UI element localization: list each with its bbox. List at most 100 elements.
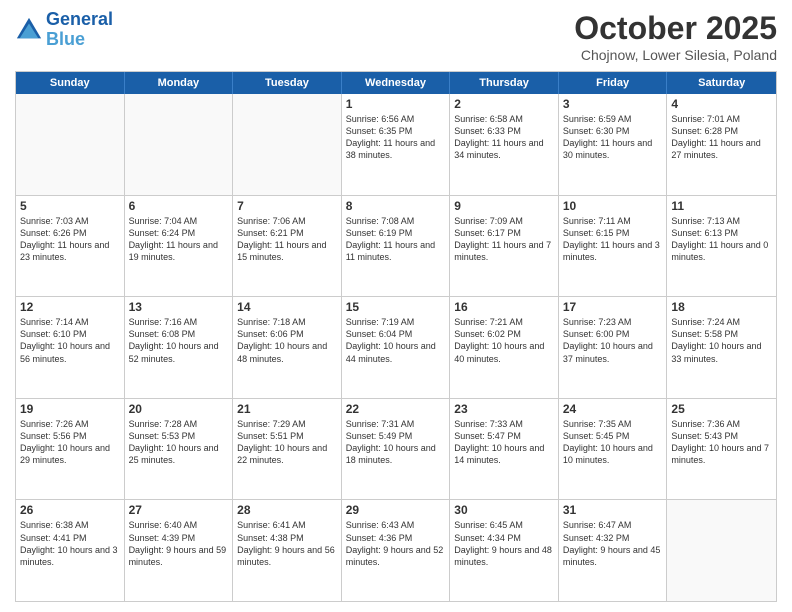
cal-cell: 1 Sunrise: 6:56 AM Sunset: 6:35 PM Daylig…	[342, 94, 451, 195]
cell-date: 20	[129, 402, 229, 416]
header-day-saturday: Saturday	[667, 72, 776, 94]
logo: General Blue	[15, 10, 113, 50]
month-title: October 2025	[574, 10, 777, 47]
cal-cell: 31 Sunrise: 6:47 AM Sunset: 4:32 PM Dayli…	[559, 500, 668, 601]
cell-info: Sunrise: 6:47 AM Sunset: 4:32 PM Dayligh…	[563, 519, 663, 568]
cell-info: Sunrise: 7:01 AM Sunset: 6:28 PM Dayligh…	[671, 113, 772, 162]
cal-cell: 27Sunrise: 6:40 AM Sunset: 4:39 PM Dayli…	[125, 500, 234, 601]
week-row-1: 5 Sunrise: 7:03 AM Sunset: 6:26 PM Daylig…	[16, 195, 776, 297]
cell-info: Sunrise: 7:03 AM Sunset: 6:26 PM Dayligh…	[20, 215, 120, 264]
cell-info: Sunrise: 7:09 AM Sunset: 6:17 PM Dayligh…	[454, 215, 554, 264]
cell-date: 5	[20, 199, 120, 213]
week-row-4: 26 Sunrise: 6:38 AM Sunset: 4:41 PM Dayli…	[16, 499, 776, 601]
cal-cell: 2 Sunrise: 6:58 AM Sunset: 6:33 PM Daylig…	[450, 94, 559, 195]
cell-info: Sunrise: 7:06 AM Sunset: 6:21 PM Dayligh…	[237, 215, 337, 264]
cell-info: Sunrise: 7:04 AM Sunset: 6:24 PM Dayligh…	[129, 215, 229, 264]
cal-cell: 16Sunrise: 7:21 AM Sunset: 6:02 PM Dayli…	[450, 297, 559, 398]
cell-info: Sunrise: 6:38 AM Sunset: 4:41 PM Dayligh…	[20, 519, 120, 568]
cell-date: 3	[563, 97, 663, 111]
cal-cell: 28Sunrise: 6:41 AM Sunset: 4:38 PM Dayli…	[233, 500, 342, 601]
cal-cell: 29Sunrise: 6:43 AM Sunset: 4:36 PM Dayli…	[342, 500, 451, 601]
location-subtitle: Chojnow, Lower Silesia, Poland	[574, 47, 777, 63]
cell-date: 19	[20, 402, 120, 416]
cell-info: Sunrise: 6:56 AM Sunset: 6:35 PM Dayligh…	[346, 113, 446, 162]
cell-info: Sunrise: 6:45 AM Sunset: 4:34 PM Dayligh…	[454, 519, 554, 568]
cal-cell: 14 Sunrise: 7:18 AM Sunset: 6:06 PM Dayli…	[233, 297, 342, 398]
cal-cell: 13 Sunrise: 7:16 AM Sunset: 6:08 PM Dayli…	[125, 297, 234, 398]
cell-info: Sunrise: 7:11 AM Sunset: 6:15 PM Dayligh…	[563, 215, 663, 264]
cell-date: 10	[563, 199, 663, 213]
cal-cell: 30Sunrise: 6:45 AM Sunset: 4:34 PM Dayli…	[450, 500, 559, 601]
cell-info: Sunrise: 7:08 AM Sunset: 6:19 PM Dayligh…	[346, 215, 446, 264]
logo-general: General	[46, 9, 113, 29]
cell-info: Sunrise: 7:31 AM Sunset: 5:49 PM Dayligh…	[346, 418, 446, 467]
cell-info: Sunrise: 7:14 AM Sunset: 6:10 PM Dayligh…	[20, 316, 120, 365]
cal-cell: 18Sunrise: 7:24 AM Sunset: 5:58 PM Dayli…	[667, 297, 776, 398]
cell-info: Sunrise: 7:19 AM Sunset: 6:04 PM Dayligh…	[346, 316, 446, 365]
cal-cell: 10 Sunrise: 7:11 AM Sunset: 6:15 PM Dayli…	[559, 196, 668, 297]
cell-date: 2	[454, 97, 554, 111]
cal-cell: 5 Sunrise: 7:03 AM Sunset: 6:26 PM Daylig…	[16, 196, 125, 297]
page: General Blue October 2025 Chojnow, Lower…	[0, 0, 792, 612]
cell-date: 1	[346, 97, 446, 111]
header-day-thursday: Thursday	[450, 72, 559, 94]
header-day-friday: Friday	[559, 72, 668, 94]
cell-date: 8	[346, 199, 446, 213]
cell-date: 17	[563, 300, 663, 314]
cell-info: Sunrise: 7:16 AM Sunset: 6:08 PM Dayligh…	[129, 316, 229, 365]
cell-date: 22	[346, 402, 446, 416]
cal-cell: 23 Sunrise: 7:33 AM Sunset: 5:47 PM Dayli…	[450, 399, 559, 500]
cell-date: 24	[563, 402, 663, 416]
cal-cell: 26 Sunrise: 6:38 AM Sunset: 4:41 PM Dayli…	[16, 500, 125, 601]
cal-cell: 3 Sunrise: 6:59 AM Sunset: 6:30 PM Daylig…	[559, 94, 668, 195]
cal-cell	[233, 94, 342, 195]
logo-icon	[15, 16, 43, 44]
cal-cell: 21 Sunrise: 7:29 AM Sunset: 5:51 PM Dayli…	[233, 399, 342, 500]
cal-cell	[125, 94, 234, 195]
cal-cell	[16, 94, 125, 195]
cal-cell: 9 Sunrise: 7:09 AM Sunset: 6:17 PM Daylig…	[450, 196, 559, 297]
header-day-monday: Monday	[125, 72, 234, 94]
cal-cell: 25 Sunrise: 7:36 AM Sunset: 5:43 PM Dayli…	[667, 399, 776, 500]
cal-cell: 17 Sunrise: 7:23 AM Sunset: 6:00 PM Dayli…	[559, 297, 668, 398]
cell-date: 31	[563, 503, 663, 517]
cell-info: Sunrise: 7:23 AM Sunset: 6:00 PM Dayligh…	[563, 316, 663, 365]
cell-date: 25	[671, 402, 772, 416]
cell-info: Sunrise: 7:18 AM Sunset: 6:06 PM Dayligh…	[237, 316, 337, 365]
cell-date: 9	[454, 199, 554, 213]
cell-info: Sunrise: 6:40 AM Sunset: 4:39 PM Dayligh…	[129, 519, 229, 568]
cell-info: Sunrise: 7:28 AM Sunset: 5:53 PM Dayligh…	[129, 418, 229, 467]
cell-date: 7	[237, 199, 337, 213]
cell-date: 26	[20, 503, 120, 517]
cell-date: 23	[454, 402, 554, 416]
week-row-2: 12 Sunrise: 7:14 AM Sunset: 6:10 PM Dayli…	[16, 296, 776, 398]
cell-date: 13	[129, 300, 229, 314]
cal-cell: 11Sunrise: 7:13 AM Sunset: 6:13 PM Dayli…	[667, 196, 776, 297]
cal-cell: 15 Sunrise: 7:19 AM Sunset: 6:04 PM Dayli…	[342, 297, 451, 398]
cell-info: Sunrise: 6:59 AM Sunset: 6:30 PM Dayligh…	[563, 113, 663, 162]
cell-info: Sunrise: 6:58 AM Sunset: 6:33 PM Dayligh…	[454, 113, 554, 162]
cell-info: Sunrise: 7:26 AM Sunset: 5:56 PM Dayligh…	[20, 418, 120, 467]
cell-info: Sunrise: 7:33 AM Sunset: 5:47 PM Dayligh…	[454, 418, 554, 467]
cell-info: Sunrise: 7:29 AM Sunset: 5:51 PM Dayligh…	[237, 418, 337, 467]
header-day-tuesday: Tuesday	[233, 72, 342, 94]
cell-date: 21	[237, 402, 337, 416]
cal-cell	[667, 500, 776, 601]
cal-cell: 19 Sunrise: 7:26 AM Sunset: 5:56 PM Dayli…	[16, 399, 125, 500]
week-row-3: 19 Sunrise: 7:26 AM Sunset: 5:56 PM Dayli…	[16, 398, 776, 500]
cell-info: Sunrise: 7:36 AM Sunset: 5:43 PM Dayligh…	[671, 418, 772, 467]
cell-date: 15	[346, 300, 446, 314]
header: General Blue October 2025 Chojnow, Lower…	[15, 10, 777, 63]
cal-cell: 6 Sunrise: 7:04 AM Sunset: 6:24 PM Daylig…	[125, 196, 234, 297]
cell-date: 6	[129, 199, 229, 213]
cal-cell: 12 Sunrise: 7:14 AM Sunset: 6:10 PM Dayli…	[16, 297, 125, 398]
cal-cell: 8 Sunrise: 7:08 AM Sunset: 6:19 PM Daylig…	[342, 196, 451, 297]
cell-date: 16	[454, 300, 554, 314]
header-day-sunday: Sunday	[16, 72, 125, 94]
cal-cell: 7 Sunrise: 7:06 AM Sunset: 6:21 PM Daylig…	[233, 196, 342, 297]
cell-date: 18	[671, 300, 772, 314]
cell-date: 14	[237, 300, 337, 314]
calendar: SundayMondayTuesdayWednesdayThursdayFrid…	[15, 71, 777, 602]
week-row-0: 1 Sunrise: 6:56 AM Sunset: 6:35 PM Daylig…	[16, 94, 776, 195]
cell-date: 12	[20, 300, 120, 314]
